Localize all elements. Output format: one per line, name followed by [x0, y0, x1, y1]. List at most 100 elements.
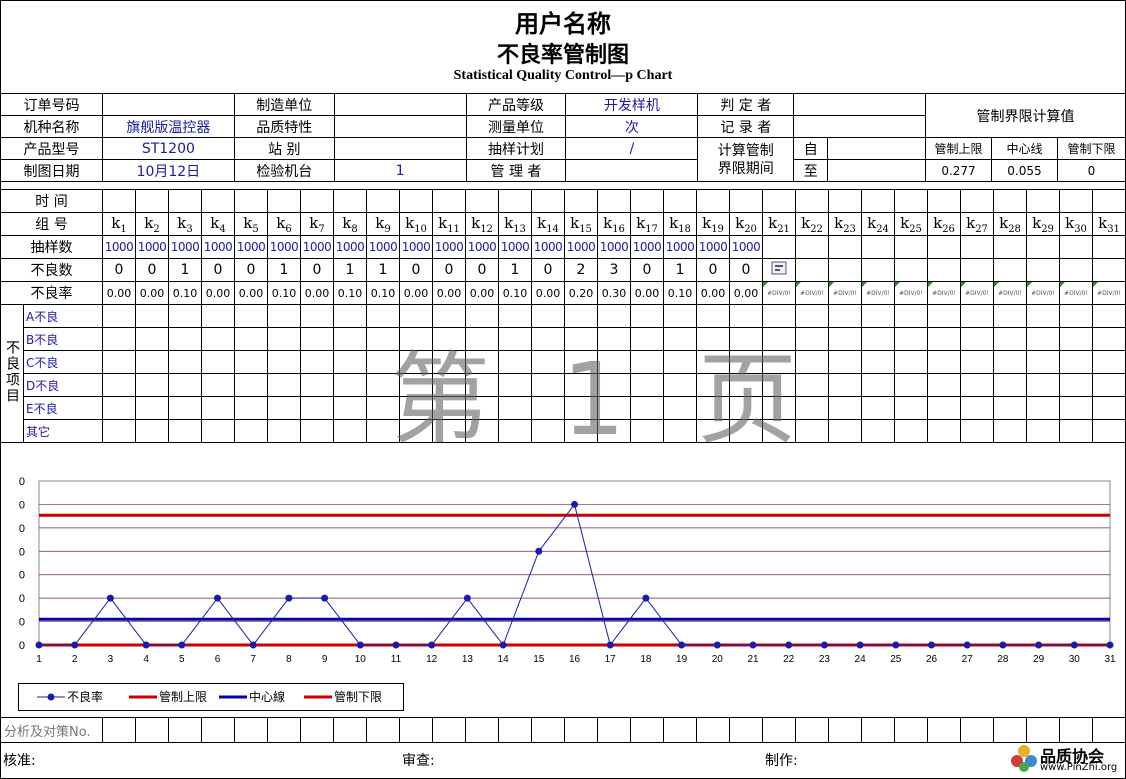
defect-item-cell[interactable]	[894, 419, 929, 443]
defect-item-cell[interactable]	[564, 327, 599, 351]
analysis-cell[interactable]	[102, 717, 136, 743]
sample-cell[interactable]: 1000	[102, 235, 137, 259]
defect-item-cell[interactable]	[366, 373, 401, 397]
defect-item-cell[interactable]	[432, 419, 467, 443]
defect-item-cell[interactable]	[1026, 373, 1061, 397]
analysis-cell[interactable]	[762, 717, 796, 743]
sample-cell[interactable]: 1000	[729, 235, 764, 259]
analysis-cell[interactable]	[894, 717, 928, 743]
defect-cell[interactable]	[795, 258, 830, 282]
defect-item-cell[interactable]	[630, 396, 665, 420]
defect-item-cell[interactable]	[960, 304, 995, 328]
defect-item-cell[interactable]	[1092, 419, 1126, 443]
defect-item-cell[interactable]	[729, 373, 764, 397]
grade-field[interactable]: 开发样机	[565, 93, 699, 116]
analysis-cell[interactable]	[267, 717, 301, 743]
analysis-cell[interactable]	[828, 717, 862, 743]
defect-item-cell[interactable]	[399, 419, 434, 443]
from-field[interactable]	[827, 137, 927, 160]
defect-item-cell[interactable]	[168, 327, 203, 351]
defect-item-cell[interactable]	[927, 419, 962, 443]
time-cell[interactable]	[564, 189, 599, 213]
time-cell[interactable]	[300, 189, 335, 213]
analysis-cell[interactable]	[135, 717, 169, 743]
defect-item-cell[interactable]	[696, 327, 731, 351]
sample-cell[interactable]	[927, 235, 962, 259]
defect-item-cell[interactable]	[201, 327, 236, 351]
time-cell[interactable]	[762, 189, 797, 213]
defect-item-cell[interactable]	[663, 373, 698, 397]
defect-item-cell[interactable]	[597, 396, 632, 420]
defect-item-cell[interactable]	[465, 373, 500, 397]
defect-item-cell[interactable]	[861, 327, 896, 351]
defect-item-cell[interactable]	[267, 327, 302, 351]
defect-cell[interactable]	[927, 258, 962, 282]
defect-item-cell[interactable]	[828, 327, 863, 351]
time-cell[interactable]	[432, 189, 467, 213]
defect-item-cell[interactable]	[828, 350, 863, 374]
time-cell[interactable]	[1092, 189, 1126, 213]
defect-item-cell[interactable]	[1026, 350, 1061, 374]
defect-item-cell[interactable]	[729, 396, 764, 420]
time-cell[interactable]	[399, 189, 434, 213]
defect-item-cell[interactable]	[234, 350, 269, 374]
defect-item-cell[interactable]	[828, 396, 863, 420]
time-cell[interactable]	[333, 189, 368, 213]
defect-item-cell[interactable]	[795, 419, 830, 443]
defect-item-cell[interactable]	[828, 419, 863, 443]
defect-item-cell[interactable]	[663, 396, 698, 420]
defect-cell[interactable]	[894, 258, 929, 282]
defect-item-cell[interactable]	[300, 350, 335, 374]
defect-item-cell[interactable]	[399, 373, 434, 397]
defect-item-cell[interactable]	[993, 304, 1028, 328]
time-cell[interactable]	[531, 189, 566, 213]
sample-cell[interactable]: 1000	[498, 235, 533, 259]
defect-item-cell[interactable]	[1026, 327, 1061, 351]
defect-item-cell[interactable]	[432, 327, 467, 351]
analysis-cell[interactable]	[201, 717, 235, 743]
defect-cell[interactable]: 1	[366, 258, 401, 282]
defect-item-cell[interactable]	[993, 419, 1028, 443]
defect-item-cell[interactable]	[960, 419, 995, 443]
analysis-cell[interactable]	[663, 717, 697, 743]
to-field[interactable]	[827, 159, 927, 182]
defect-cell[interactable]: 0	[531, 258, 566, 282]
defect-cell[interactable]: 0	[399, 258, 434, 282]
defect-item-cell[interactable]	[267, 350, 302, 374]
defect-item-cell[interactable]	[234, 304, 269, 328]
defect-item-cell[interactable]	[993, 350, 1028, 374]
defect-item-cell[interactable]	[597, 350, 632, 374]
analysis-cell[interactable]	[597, 717, 631, 743]
defect-item-cell[interactable]	[729, 350, 764, 374]
defect-item-cell[interactable]	[465, 396, 500, 420]
defect-cell[interactable]: 0	[432, 258, 467, 282]
defect-item-cell[interactable]	[1026, 304, 1061, 328]
defect-item-cell[interactable]	[927, 350, 962, 374]
analysis-cell[interactable]	[498, 717, 532, 743]
defect-cell[interactable]: 1	[267, 258, 302, 282]
defect-item-cell[interactable]	[696, 304, 731, 328]
time-cell[interactable]	[102, 189, 137, 213]
time-cell[interactable]	[465, 189, 500, 213]
defect-item-cell[interactable]	[762, 373, 797, 397]
defect-item-cell[interactable]	[432, 373, 467, 397]
defect-item-cell[interactable]	[234, 419, 269, 443]
analysis-cell[interactable]	[993, 717, 1027, 743]
sample-cell[interactable]: 1000	[564, 235, 599, 259]
time-cell[interactable]	[498, 189, 533, 213]
defect-item-cell[interactable]	[564, 350, 599, 374]
defect-item-cell[interactable]	[1026, 396, 1061, 420]
defect-item-cell[interactable]	[498, 419, 533, 443]
defect-item-cell[interactable]	[894, 350, 929, 374]
defect-item-cell[interactable]	[201, 304, 236, 328]
defect-cell[interactable]	[861, 258, 896, 282]
defect-item-cell[interactable]	[696, 350, 731, 374]
defect-item-cell[interactable]	[333, 304, 368, 328]
sample-cell[interactable]	[960, 235, 995, 259]
defect-item-cell[interactable]	[366, 419, 401, 443]
defect-cell[interactable]	[1092, 258, 1126, 282]
defect-item-cell[interactable]	[201, 373, 236, 397]
defect-item-cell[interactable]	[762, 350, 797, 374]
defect-item-cell[interactable]	[201, 350, 236, 374]
defect-item-cell[interactable]	[300, 304, 335, 328]
